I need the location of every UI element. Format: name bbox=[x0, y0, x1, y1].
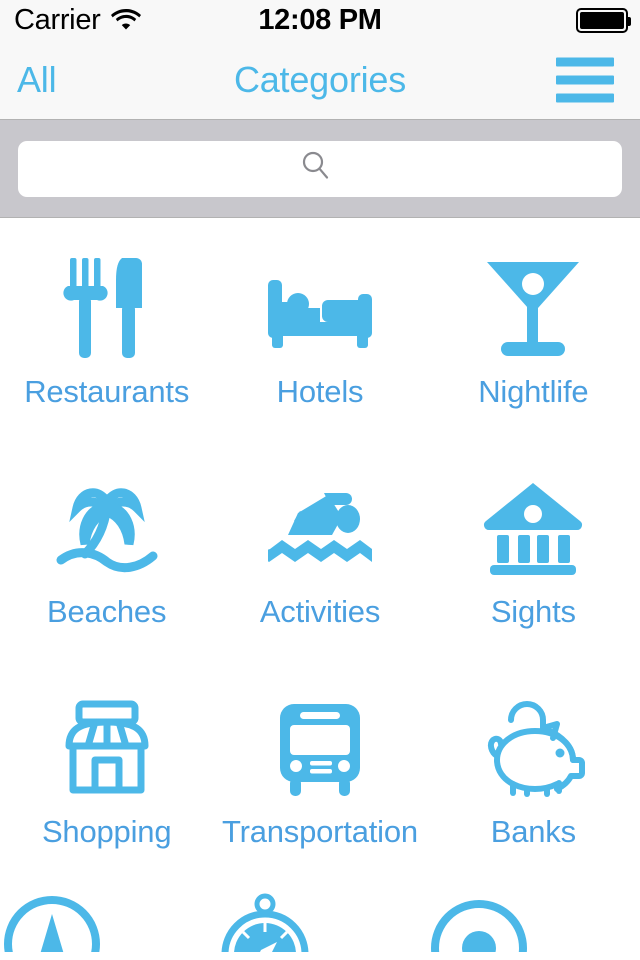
storefront-icon bbox=[55, 688, 159, 808]
category-cell-activities[interactable]: Activities bbox=[213, 452, 426, 672]
category-cell-navigation[interactable] bbox=[0, 892, 213, 952]
app-screen: Carrier 12:08 PM All Categories Restaura… bbox=[0, 0, 640, 960]
category-cell-location[interactable] bbox=[427, 892, 640, 952]
swimmer-icon bbox=[267, 468, 372, 588]
classical-building-icon bbox=[482, 468, 584, 588]
piggy-bank-icon bbox=[481, 688, 586, 808]
status-bar-right bbox=[576, 0, 631, 40]
hamburger-menu-icon[interactable] bbox=[556, 57, 614, 102]
palm-tree-icon bbox=[55, 468, 159, 588]
category-label: Sights bbox=[490, 594, 576, 629]
cocktail-glass-icon bbox=[483, 248, 583, 368]
category-label: Nightlife bbox=[478, 374, 589, 409]
category-cell-shopping[interactable]: Shopping bbox=[0, 672, 213, 892]
grid-row: Restaurants Hotels Nightlife bbox=[0, 232, 640, 452]
location-dot-circle-icon bbox=[427, 892, 531, 952]
category-label: Hotels bbox=[276, 374, 364, 409]
category-cell-compass[interactable] bbox=[213, 892, 426, 952]
wifi-icon bbox=[110, 8, 141, 35]
status-bar: Carrier 12:08 PM bbox=[0, 0, 640, 40]
all-button[interactable]: All bbox=[17, 61, 57, 98]
battery-icon bbox=[576, 7, 631, 33]
category-cell-transportation[interactable]: Transportation bbox=[213, 672, 426, 892]
bed-icon bbox=[266, 248, 374, 368]
category-label: Shopping bbox=[41, 814, 172, 849]
grid-row: Beaches Activities Sights bbox=[0, 452, 640, 672]
carrier-label: Carrier bbox=[14, 3, 101, 36]
category-cell-banks[interactable]: Banks bbox=[427, 672, 640, 892]
bus-icon bbox=[272, 688, 368, 808]
status-bar-left: Carrier bbox=[14, 3, 141, 36]
search-input[interactable] bbox=[18, 140, 622, 197]
category-label: Activities bbox=[259, 594, 381, 629]
category-label: Beaches bbox=[47, 594, 167, 629]
navigation-arrow-circle-icon bbox=[0, 892, 104, 952]
category-cell-nightlife[interactable]: Nightlife bbox=[427, 232, 640, 452]
search-icon bbox=[299, 149, 333, 188]
categories-grid: Restaurants Hotels Nightlife Beaches Act… bbox=[0, 218, 640, 952]
category-label: Transportation bbox=[222, 814, 418, 849]
compass-icon bbox=[213, 892, 317, 952]
fork-and-knife-icon bbox=[60, 248, 154, 368]
category-cell-sights[interactable]: Sights bbox=[427, 452, 640, 672]
category-label: Restaurants bbox=[24, 374, 190, 409]
category-cell-beaches[interactable]: Beaches bbox=[0, 452, 213, 672]
search-bar-container bbox=[0, 120, 640, 218]
page-title: Categories bbox=[233, 58, 407, 100]
grid-row: Shopping Transportation Banks bbox=[0, 672, 640, 892]
grid-row bbox=[0, 892, 640, 952]
navigation-bar: All Categories bbox=[0, 40, 640, 120]
category-cell-hotels[interactable]: Hotels bbox=[213, 232, 426, 452]
category-label: Banks bbox=[490, 814, 576, 849]
category-cell-restaurants[interactable]: Restaurants bbox=[0, 232, 213, 452]
